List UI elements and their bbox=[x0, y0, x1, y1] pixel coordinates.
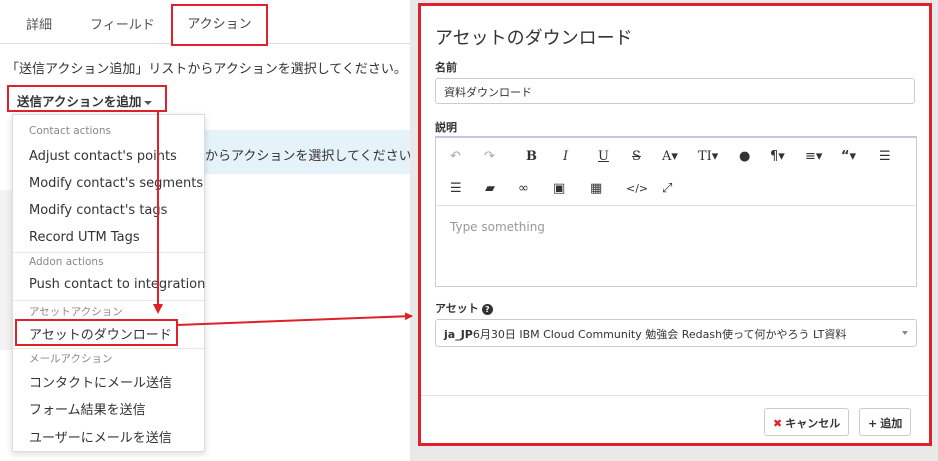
asset-download-modal: アセットのダウンロード 名前 資料ダウンロード 説明 ↶ ↷ B I U S A… bbox=[418, 3, 932, 446]
outdent-icon[interactable]: ☰ bbox=[879, 149, 891, 165]
menu-header-addon-actions: Addon actions bbox=[29, 256, 104, 268]
undo-icon[interactable]: ↶ bbox=[450, 149, 461, 165]
align-icon[interactable]: ≡▾ bbox=[805, 149, 822, 165]
redo-icon[interactable]: ↷ bbox=[484, 149, 495, 165]
menu-item-adjust-points[interactable]: Adjust contact's points bbox=[29, 149, 177, 164]
asset-label-text: アセット bbox=[435, 302, 479, 315]
bold-icon[interactable]: B bbox=[526, 149, 537, 165]
asset-value: 6月30日 IBM Cloud Community 勉強会 Redash使って何… bbox=[472, 328, 847, 341]
send-action-dropdown-menu: Contact actions Adjust contact's points … bbox=[12, 114, 205, 452]
menu-item-push-to-integration[interactable]: Push contact to integration bbox=[29, 277, 205, 292]
name-input[interactable]: 資料ダウンロード bbox=[435, 78, 915, 104]
add-send-action-label: 送信アクションを追加 bbox=[17, 94, 142, 109]
menu-item-asset-download[interactable]: アセットのダウンロード bbox=[29, 324, 172, 343]
tab-fields[interactable]: フィールド bbox=[90, 14, 155, 33]
cancel-label: キャンセル bbox=[785, 417, 841, 430]
tab-details[interactable]: 詳細 bbox=[26, 14, 52, 33]
caret-down-icon bbox=[144, 100, 153, 105]
plus-icon: + bbox=[868, 417, 878, 430]
instruction-text: 「送信アクション追加」リストからアクションを選択してください。 bbox=[6, 62, 407, 77]
font-size-icon[interactable]: TI▾ bbox=[698, 149, 718, 165]
menu-item-send-email-to-contact[interactable]: コンタクトにメール送信 bbox=[29, 372, 172, 391]
paragraph-icon[interactable]: ¶▾ bbox=[770, 149, 785, 165]
background-panel bbox=[0, 190, 12, 350]
close-icon: ✖ bbox=[773, 417, 783, 430]
menu-item-send-form-results[interactable]: フォーム結果を送信 bbox=[29, 399, 146, 418]
quote-icon[interactable]: “▾ bbox=[841, 149, 856, 165]
asset-select[interactable]: ja_JP6月30日 IBM Cloud Community 勉強会 Redas… bbox=[435, 319, 917, 347]
eraser-icon[interactable]: ▰ bbox=[485, 181, 495, 197]
modal-footer: ✖ キャンセル + 追加 bbox=[421, 395, 929, 443]
link-icon[interactable]: ∞ bbox=[518, 181, 529, 197]
menu-divider bbox=[13, 252, 204, 253]
editor-toolbar: ↶ ↷ B I U S A▾ TI▾ ● ¶▾ ≡▾ “▾ ☰ ☰ ▰ ∞ ▣ … bbox=[436, 138, 916, 206]
fullscreen-icon[interactable]: ⤢ bbox=[662, 181, 672, 197]
add-send-action-button[interactable]: 送信アクションを追加 bbox=[7, 85, 167, 112]
menu-header-asset-actions: アセットアクション bbox=[29, 306, 123, 318]
description-label: 説明 bbox=[435, 121, 457, 134]
menu-item-modify-segments[interactable]: Modify contact's segments bbox=[29, 176, 203, 191]
modal-title: アセットのダウンロード bbox=[435, 28, 633, 49]
name-label: 名前 bbox=[435, 61, 457, 74]
menu-item-send-email-to-user[interactable]: ユーザーにメールを送信 bbox=[29, 427, 172, 446]
select-caret-icon bbox=[902, 331, 908, 335]
arrow-menu-to-modal bbox=[176, 312, 413, 326]
add-label: 追加 bbox=[880, 417, 903, 430]
asset-locale: ja_JP bbox=[444, 328, 473, 341]
underline-icon[interactable]: U bbox=[598, 149, 609, 165]
editor-placeholder: Type something bbox=[450, 220, 545, 234]
table-icon[interactable]: ▦ bbox=[590, 181, 602, 197]
info-alert-text: からアクションを選択してください。 bbox=[205, 149, 425, 164]
help-icon[interactable]: ? bbox=[481, 303, 493, 315]
add-button[interactable]: + 追加 bbox=[859, 408, 912, 436]
menu-item-modify-tags[interactable]: Modify contact's tags bbox=[29, 203, 167, 218]
strikethrough-icon[interactable]: S bbox=[632, 149, 641, 165]
menu-header-email-actions: メールアクション bbox=[29, 353, 113, 365]
menu-item-record-utm-tags[interactable]: Record UTM Tags bbox=[29, 230, 140, 245]
paint-drop-icon[interactable]: ● bbox=[739, 149, 750, 165]
menu-header-contact-actions: Contact actions bbox=[29, 125, 111, 137]
asset-label: アセット? bbox=[435, 300, 493, 316]
menu-divider bbox=[13, 300, 204, 301]
font-color-icon[interactable]: A▾ bbox=[662, 149, 678, 165]
cancel-button[interactable]: ✖ キャンセル bbox=[764, 408, 850, 436]
image-icon[interactable]: ▣ bbox=[553, 181, 565, 197]
indent-icon[interactable]: ☰ bbox=[450, 181, 462, 197]
description-editor[interactable]: ↶ ↷ B I U S A▾ TI▾ ● ¶▾ ≡▾ “▾ ☰ ☰ ▰ ∞ ▣ … bbox=[435, 136, 917, 287]
menu-divider bbox=[13, 348, 204, 349]
italic-icon[interactable]: I bbox=[563, 149, 568, 165]
code-icon[interactable]: </> bbox=[626, 181, 648, 197]
tab-actions[interactable]: アクション bbox=[171, 4, 268, 46]
